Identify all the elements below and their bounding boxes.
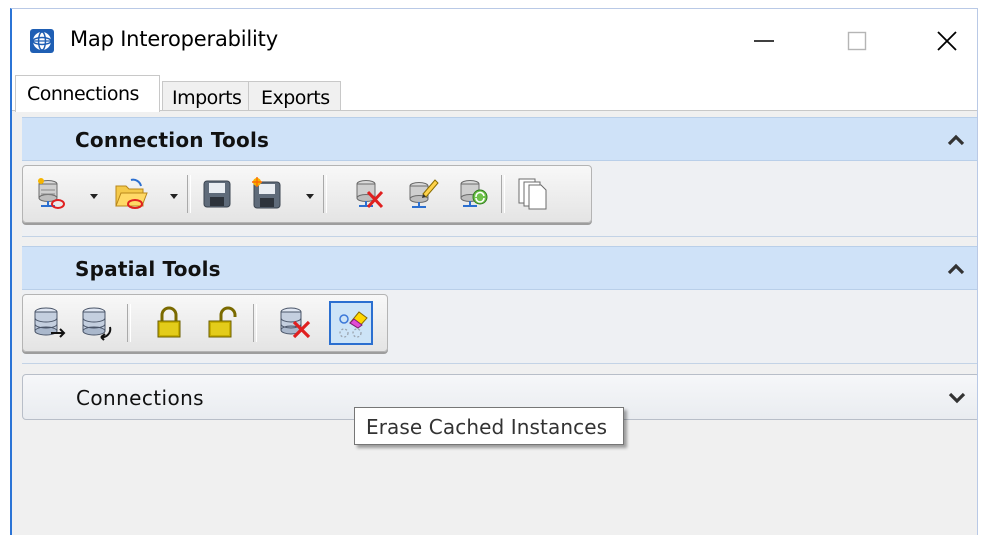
unlock-icon [208,306,237,338]
title-bar[interactable]: Map Interoperability [12,9,977,71]
connection-tools-title: Connection Tools [75,128,270,152]
open-connection-icon [115,178,148,209]
database-import-button[interactable] [75,301,119,345]
copy-button[interactable] [511,172,555,216]
chevron-up-icon[interactable] [946,261,966,277]
new-connection-icon [38,178,65,209]
save-icon [203,180,231,208]
save-new-button[interactable] [245,172,289,216]
lock-icon [157,306,181,338]
close-icon [937,31,957,51]
connection-tools-panel [22,161,977,237]
minimize-button[interactable] [734,19,794,63]
database-import-icon [82,307,112,341]
connection-tools-header[interactable]: Connection Tools [22,117,977,161]
chevron-down-icon[interactable] [947,390,967,406]
edit-connection-button[interactable] [401,172,445,216]
delete-connection-button[interactable] [347,172,391,216]
erase-cache-icon [339,311,368,338]
tooltip: Erase Cached Instances [354,407,624,445]
database-delete-icon [280,307,311,339]
chevron-down-icon[interactable] [89,188,99,199]
close-button[interactable] [917,19,977,63]
spatial-tools-title: Spatial Tools [75,257,221,281]
tooltip-text: Erase Cached Instances [366,415,608,439]
open-connection-button[interactable] [109,172,153,216]
database-delete-button[interactable] [273,301,317,345]
globe-icon [29,28,55,54]
spatial-toolbar [22,294,388,352]
unlock-button[interactable] [199,301,243,345]
lock-button[interactable] [147,301,191,345]
refresh-connection-button[interactable] [451,172,495,216]
new-connection-button[interactable] [29,172,73,216]
maximize-button[interactable] [827,19,887,63]
tab-imports[interactable]: Imports [162,81,249,111]
map-interoperability-window: Map Interoperability Connections Imports… [10,8,978,535]
chevron-down-icon[interactable] [305,188,315,199]
erase-cached-instances-button[interactable] [329,301,373,345]
maximize-icon [847,31,867,51]
toolbar-separator [501,175,505,213]
chevron-down-icon[interactable] [169,188,179,199]
tab-connections[interactable]: Connections [15,75,160,112]
refresh-connection-icon [460,180,488,207]
toolbar-separator [127,304,131,342]
toolbar-separator [187,175,191,213]
delete-connection-icon [356,180,384,209]
window-title: Map Interoperability [70,27,278,51]
spatial-tools-panel [22,290,977,364]
spatial-tools-header[interactable]: Spatial Tools [22,246,977,290]
connections-section-title: Connections [76,386,204,410]
minimize-icon [754,40,774,42]
copy-icon [518,178,547,210]
toolbar-separator [323,175,327,213]
database-export-icon [34,307,66,338]
chevron-up-icon[interactable] [946,132,966,148]
toolbar-separator [253,304,257,342]
connection-toolbar [22,165,592,223]
edit-connection-icon [409,179,439,208]
tab-exports[interactable]: Exports [249,81,341,111]
database-export-button[interactable] [27,301,71,345]
save-new-icon [252,177,281,209]
save-button[interactable] [195,172,239,216]
